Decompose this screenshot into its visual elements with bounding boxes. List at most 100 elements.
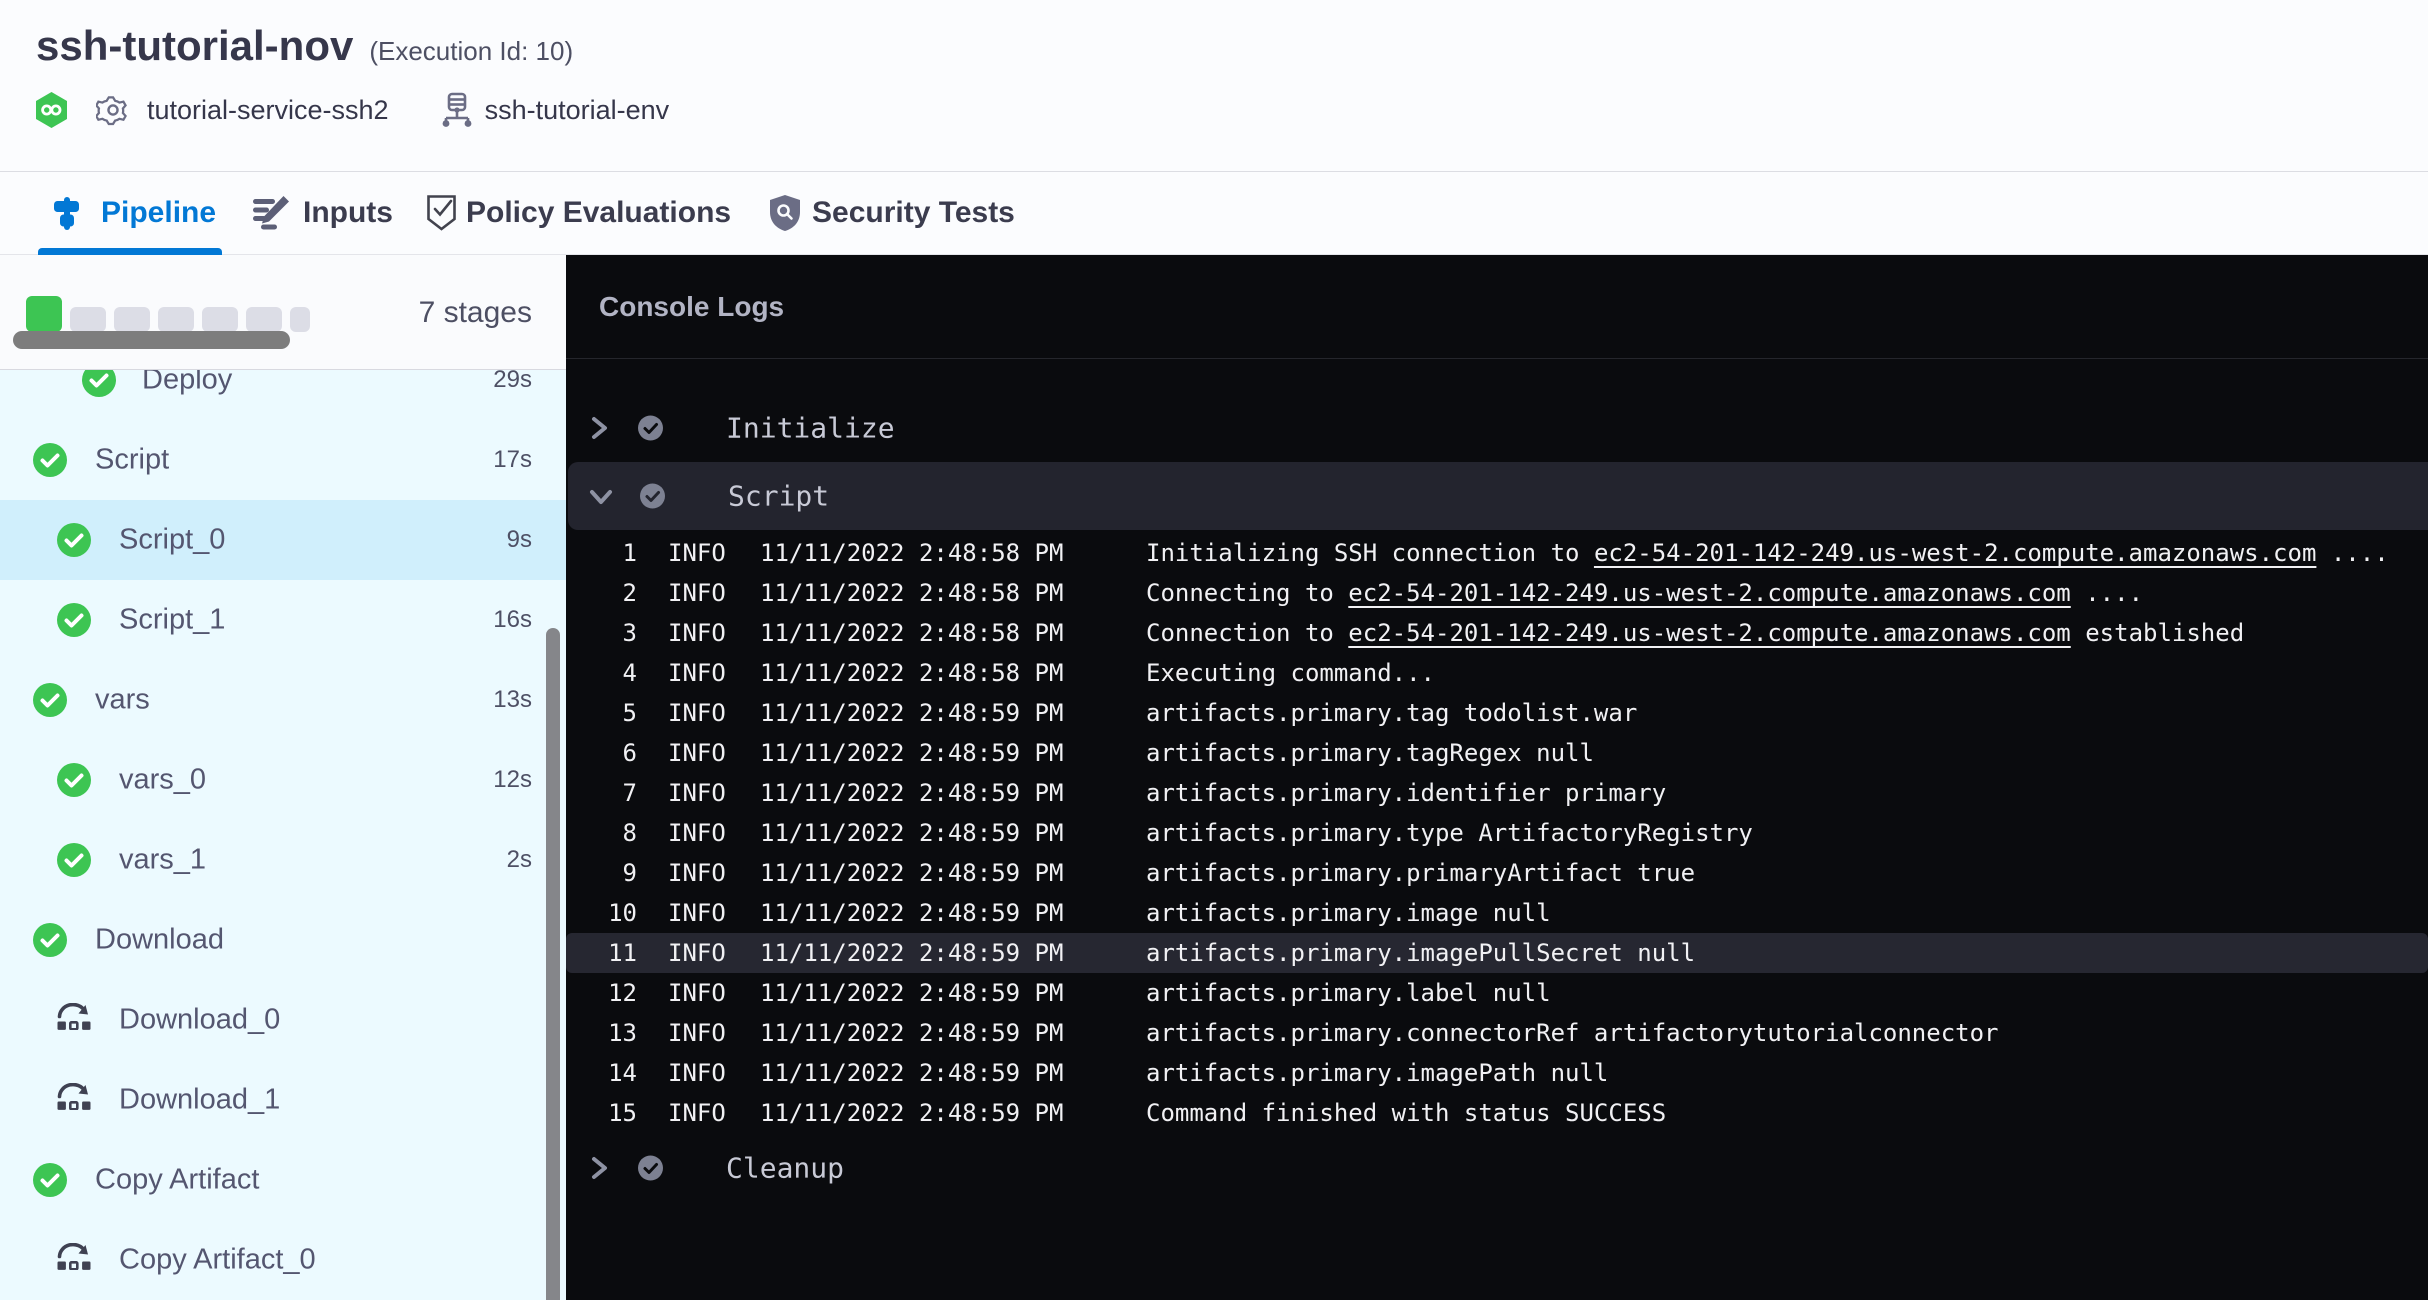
log-line-message: artifacts.primary.identifier primary bbox=[1146, 779, 1666, 807]
page-title: ssh-tutorial-nov bbox=[36, 22, 353, 70]
log-line-number: 2 bbox=[566, 579, 637, 607]
tab-policy-evaluations[interactable]: Policy Evaluations bbox=[427, 172, 731, 254]
log-line-number: 12 bbox=[566, 979, 637, 1007]
stage-square-pending[interactable] bbox=[158, 307, 194, 332]
stage-square-pending[interactable] bbox=[114, 307, 150, 332]
console-section-label: Cleanup bbox=[726, 1152, 844, 1185]
log-line-message: Connection to ec2-54-201-142-249.us-west… bbox=[1146, 619, 2244, 647]
meta-row: tutorial-service-ssh2 bbox=[36, 90, 669, 130]
log-hostname-link[interactable]: ec2-54-201-142-249.us-west-2.compute.ama… bbox=[1348, 579, 2070, 607]
stage-square-pending[interactable] bbox=[290, 307, 310, 332]
policy-evaluations-icon bbox=[427, 195, 456, 231]
stage-row[interactable]: Download_1 bbox=[0, 1060, 566, 1140]
log-line-level: INFO bbox=[668, 579, 726, 607]
log-line-timestamp: 11/11/2022 2:48:58 PM bbox=[760, 539, 1063, 567]
horizontal-scrollbar-thumb[interactable] bbox=[13, 331, 290, 349]
console-log-line: 6 INFO 11/11/2022 2:48:59 PM artifacts.p… bbox=[566, 733, 2428, 773]
stage-row-label: vars_1 bbox=[119, 844, 206, 877]
log-line-message: artifacts.primary.image null bbox=[1146, 899, 1551, 927]
stage-row[interactable]: Download bbox=[0, 900, 566, 980]
environment-name[interactable]: ssh-tutorial-env bbox=[485, 95, 670, 126]
stage-row[interactable]: Script 17s bbox=[0, 420, 566, 500]
stage-row[interactable]: Copy Artifact bbox=[0, 1140, 566, 1220]
stage-sidebar: 7 stages Deploy 29s Script 17s Script_0 … bbox=[0, 255, 566, 1300]
stage-row[interactable]: Script_1 16s bbox=[0, 580, 566, 660]
stage-square-completed[interactable] bbox=[26, 296, 62, 332]
log-line-message: Initializing SSH connection to ec2-54-20… bbox=[1146, 539, 2389, 567]
chevron-down-icon[interactable] bbox=[588, 483, 614, 509]
console-header-divider bbox=[566, 358, 2428, 359]
console-log-line: 7 INFO 11/11/2022 2:48:59 PM artifacts.p… bbox=[566, 773, 2428, 813]
log-line-message: artifacts.primary.imagePullSecret null bbox=[1146, 939, 1695, 967]
chevron-right-icon[interactable] bbox=[586, 1155, 612, 1181]
stage-square-pending[interactable] bbox=[246, 307, 282, 332]
log-line-number: 15 bbox=[566, 1099, 637, 1127]
service-name[interactable]: tutorial-service-ssh2 bbox=[147, 95, 389, 126]
success-check-icon bbox=[82, 370, 116, 397]
pipeline-execution-page: ssh-tutorial-nov (Execution Id: 10) bbox=[0, 0, 2428, 1300]
log-line-timestamp: 11/11/2022 2:48:59 PM bbox=[760, 819, 1063, 847]
console-log-line-highlighted: 11 INFO 11/11/2022 2:48:59 PM artifacts.… bbox=[566, 933, 2428, 973]
success-check-icon bbox=[33, 683, 67, 717]
log-line-level: INFO bbox=[668, 819, 726, 847]
log-line-level: INFO bbox=[668, 1019, 726, 1047]
rollback-steps-icon bbox=[57, 1083, 91, 1117]
stage-row-duration: 12s bbox=[493, 766, 532, 794]
stage-row[interactable]: Copy Artifact_0 bbox=[0, 1220, 566, 1300]
execution-header: ssh-tutorial-nov (Execution Id: 10) bbox=[0, 0, 2428, 172]
success-check-icon bbox=[57, 523, 91, 557]
log-line-number: 11 bbox=[566, 939, 637, 967]
console-section-script[interactable]: Script bbox=[568, 462, 2428, 530]
success-check-icon bbox=[638, 416, 663, 441]
log-line-level: INFO bbox=[668, 859, 726, 887]
stage-row-duration: 29s bbox=[493, 370, 532, 394]
log-line-number: 9 bbox=[566, 859, 637, 887]
console-log-line: 3 INFO 11/11/2022 2:48:58 PM Connection … bbox=[566, 613, 2428, 653]
log-line-number: 14 bbox=[566, 1059, 637, 1087]
console-log-line: 13 INFO 11/11/2022 2:48:59 PM artifacts.… bbox=[566, 1013, 2428, 1053]
stage-row-label: Script bbox=[95, 444, 169, 477]
log-hostname-link[interactable]: ec2-54-201-142-249.us-west-2.compute.ama… bbox=[1594, 539, 2316, 567]
log-line-level: INFO bbox=[668, 1099, 726, 1127]
log-hostname-link[interactable]: ec2-54-201-142-249.us-west-2.compute.ama… bbox=[1348, 619, 2070, 647]
success-check-icon bbox=[640, 484, 665, 509]
tab-security-tests[interactable]: Security Tests bbox=[770, 172, 1015, 254]
rollback-steps-icon bbox=[57, 1003, 91, 1037]
success-check-icon bbox=[33, 1163, 67, 1197]
log-line-message: artifacts.primary.connectorRef artifacto… bbox=[1146, 1019, 1999, 1047]
console-logs-panel: Console Logs Initialize Script bbox=[566, 255, 2428, 1300]
vertical-scrollbar-thumb[interactable] bbox=[546, 628, 560, 1300]
console-section-initialize[interactable]: Initialize bbox=[566, 394, 2428, 462]
stage-row-label: Copy Artifact_0 bbox=[119, 1244, 316, 1277]
log-line-message: Connecting to ec2-54-201-142-249.us-west… bbox=[1146, 579, 2143, 607]
log-line-number: 8 bbox=[566, 819, 637, 847]
log-line-number: 10 bbox=[566, 899, 637, 927]
harness-module-icon bbox=[36, 92, 67, 128]
console-section-label: Initialize bbox=[726, 412, 895, 445]
stage-square-pending[interactable] bbox=[70, 307, 106, 332]
console-section-cleanup[interactable]: Cleanup bbox=[566, 1134, 2428, 1202]
log-line-level: INFO bbox=[668, 659, 726, 687]
stage-row-selected[interactable]: Script_0 9s bbox=[0, 500, 566, 580]
log-line-level: INFO bbox=[668, 739, 726, 767]
environment-icon bbox=[442, 92, 472, 128]
stage-row[interactable]: Download_0 bbox=[0, 980, 566, 1060]
stage-row-duration: 9s bbox=[507, 526, 532, 554]
stage-row[interactable]: Deploy 29s bbox=[0, 370, 566, 420]
stage-row-label: Copy Artifact bbox=[95, 1164, 259, 1197]
tab-pipeline[interactable]: Pipeline bbox=[54, 172, 216, 254]
log-line-message: Executing command... bbox=[1146, 659, 1435, 687]
chevron-right-icon[interactable] bbox=[586, 415, 612, 441]
stage-row-label: vars_0 bbox=[119, 764, 206, 797]
stage-row[interactable]: vars_1 2s bbox=[0, 820, 566, 900]
stage-square-pending[interactable] bbox=[202, 307, 238, 332]
log-line-message: artifacts.primary.primaryArtifact true bbox=[1146, 859, 1695, 887]
log-line-timestamp: 11/11/2022 2:48:59 PM bbox=[760, 1059, 1063, 1087]
console-log-line: 1 INFO 11/11/2022 2:48:58 PM Initializin… bbox=[566, 533, 2428, 573]
stage-row[interactable]: vars_0 12s bbox=[0, 740, 566, 820]
stage-row[interactable]: vars 13s bbox=[0, 660, 566, 740]
service-gear-icon bbox=[96, 93, 130, 127]
log-line-timestamp: 11/11/2022 2:48:59 PM bbox=[760, 779, 1063, 807]
tab-inputs[interactable]: Inputs bbox=[253, 172, 393, 254]
success-check-icon bbox=[33, 923, 67, 957]
